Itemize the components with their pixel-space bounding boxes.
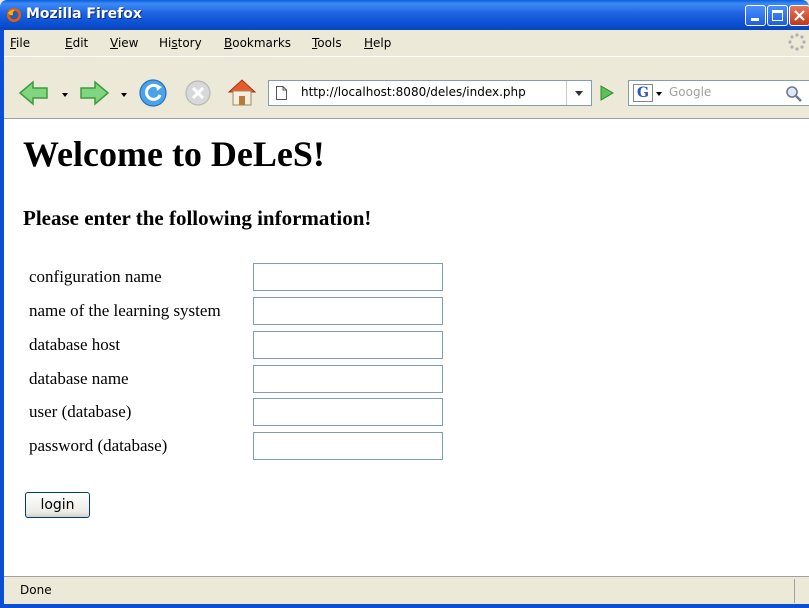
forward-history-dropdown[interactable] [121, 93, 127, 97]
database-name-input[interactable] [253, 365, 443, 393]
status-bar: Done [4, 576, 809, 604]
database-password-label: password (database) [29, 436, 168, 455]
learning-system-name-input[interactable] [253, 297, 443, 325]
home-icon[interactable] [226, 77, 258, 107]
page-title: Welcome to DeLeS! [23, 134, 325, 174]
title-bar[interactable]: Mozilla Firefox [0, 0, 809, 30]
browser-window: Mozilla Firefox File Edit View History B… [0, 0, 809, 608]
address-dropdown-button[interactable] [566, 81, 591, 105]
close-button[interactable] [789, 5, 809, 26]
minimize-icon [751, 18, 759, 21]
navigation-toolbar: http://localhost:8080/deles/index.php G [4, 56, 809, 119]
back-history-dropdown[interactable] [62, 93, 68, 97]
menu-bookmarks[interactable]: Bookmarks [224, 36, 291, 50]
configuration-name-input[interactable] [253, 263, 443, 291]
login-button[interactable]: login [25, 492, 90, 518]
menu-tools[interactable]: Tools [312, 36, 342, 50]
database-user-input[interactable] [253, 398, 443, 426]
database-name-label: database name [29, 369, 129, 388]
reload-icon[interactable] [138, 78, 168, 108]
menu-help[interactable]: Help [364, 36, 391, 50]
firefox-icon [7, 8, 21, 22]
page-subtitle: Please enter the following information! [23, 206, 372, 230]
resize-grip[interactable] [794, 579, 809, 603]
page-content: Welcome to DeLeS! Please enter the follo… [4, 118, 809, 576]
back-arrow-icon[interactable] [18, 79, 50, 107]
stop-icon[interactable] [184, 79, 212, 107]
maximize-button[interactable] [767, 5, 788, 26]
window-frame-bottom [0, 604, 809, 608]
activity-throbber-icon [788, 33, 806, 51]
menu-edit[interactable]: Edit [65, 36, 88, 50]
database-user-label: user (database) [29, 402, 132, 421]
database-host-input[interactable] [253, 331, 443, 359]
search-input[interactable] [669, 85, 769, 99]
address-url[interactable]: http://localhost:8080/deles/index.php [301, 85, 526, 99]
page-icon [276, 86, 287, 100]
menu-bar: File Edit View History Bookmarks Tools H… [4, 30, 809, 56]
status-text: Done [20, 583, 52, 597]
learning-system-name-label: name of the learning system [29, 301, 221, 320]
database-password-input[interactable] [253, 432, 443, 460]
window-frame-left [0, 30, 4, 608]
minimize-button[interactable] [745, 5, 766, 26]
menu-view[interactable]: View [110, 36, 138, 50]
go-arrow-icon[interactable] [593, 80, 619, 106]
address-bar[interactable]: http://localhost:8080/deles/index.php [268, 80, 592, 106]
configuration-name-label: configuration name [29, 267, 162, 286]
maximize-icon [772, 10, 783, 21]
magnifier-icon[interactable] [784, 84, 804, 104]
google-icon[interactable]: G [633, 84, 653, 102]
search-bar[interactable]: G [628, 80, 809, 106]
search-engine-dropdown[interactable] [656, 92, 662, 96]
menu-file[interactable]: File [10, 36, 30, 50]
close-icon [794, 10, 805, 21]
database-host-label: database host [29, 335, 121, 354]
window-title: Mozilla Firefox [26, 6, 142, 22]
menu-history[interactable]: History [159, 36, 202, 50]
forward-arrow-icon[interactable] [78, 79, 110, 107]
